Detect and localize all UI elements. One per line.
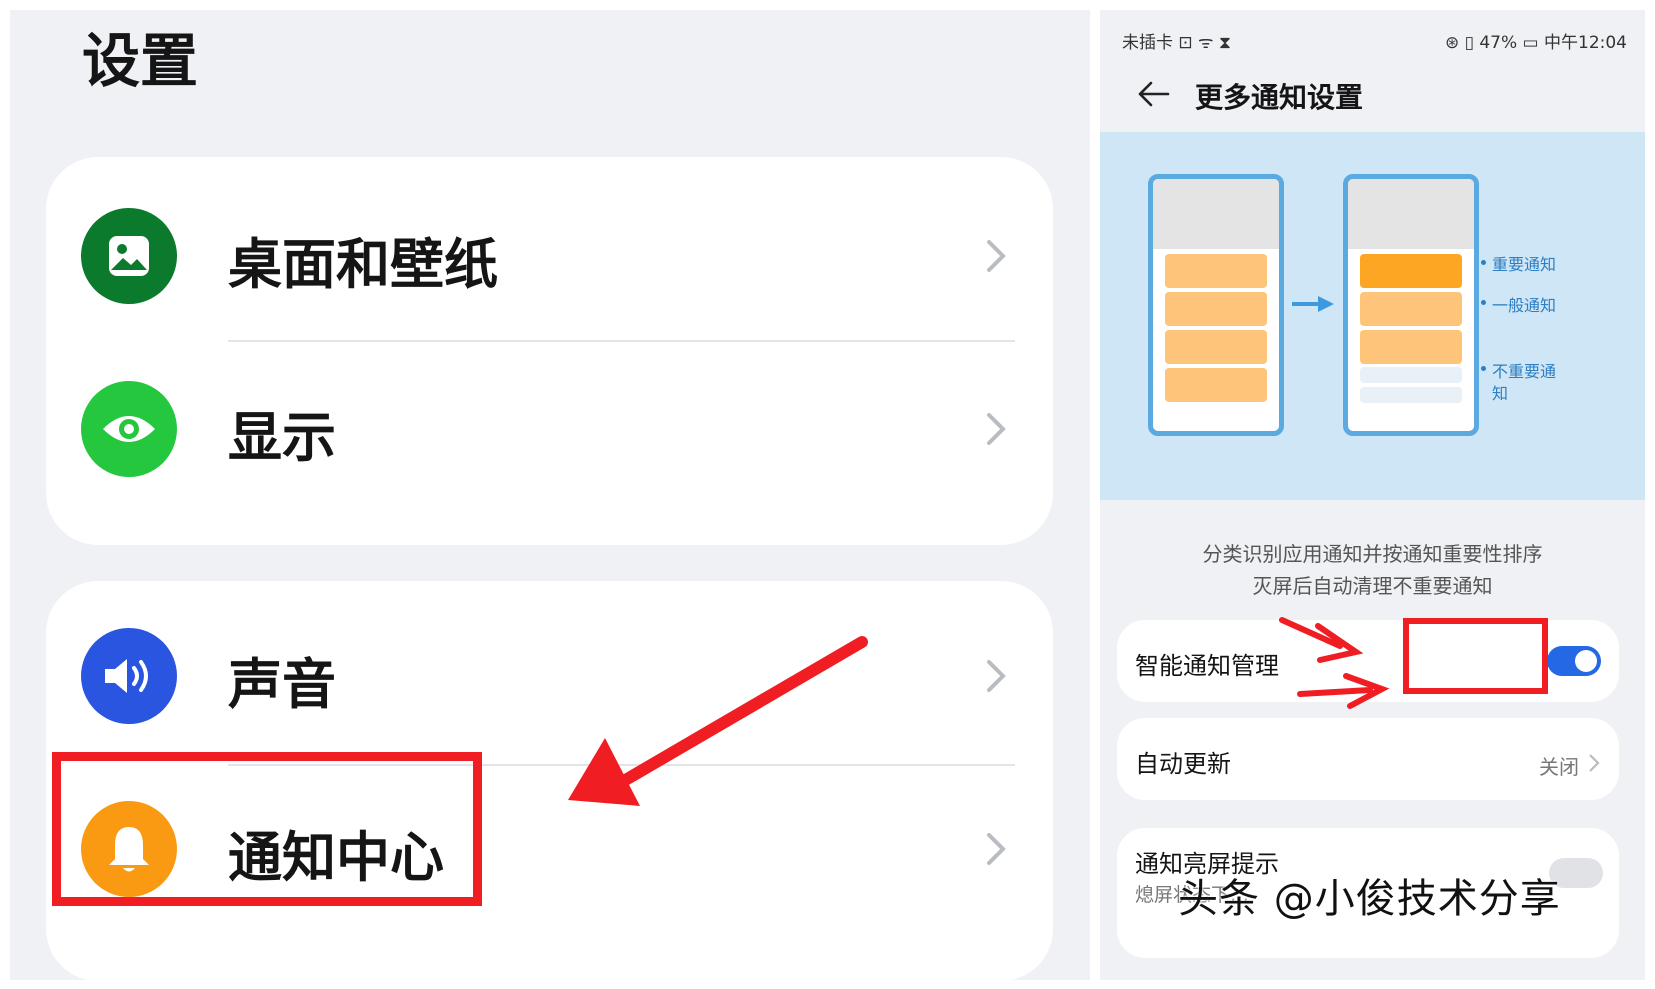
- auto-update-value: 关闭: [1539, 755, 1579, 779]
- annotation-box-notification-center: [52, 752, 482, 906]
- chevron-right-icon: [987, 240, 1006, 272]
- label-unimportant: 不重要通: [1492, 362, 1557, 381]
- label-unimportant-cont: 知: [1492, 384, 1509, 403]
- label-normal: 一般通知: [1492, 296, 1557, 315]
- label-important: 重要通知: [1492, 255, 1557, 274]
- speaker-icon: [81, 628, 177, 724]
- page-title: 更多通知设置: [1195, 81, 1364, 114]
- chevron-right-icon: [987, 833, 1006, 865]
- auto-update-row[interactable]: 自动更新 关闭: [1117, 718, 1619, 800]
- status-bar: 未插卡 ⊡ ᯤ ⧗ ⊛ ▯ 47% ▭ 中午12:04: [1100, 18, 1645, 60]
- row-label: 智能通知管理: [1135, 652, 1279, 680]
- smart-notification-toggle[interactable]: [1547, 646, 1601, 676]
- back-arrow-icon[interactable]: [1134, 74, 1174, 114]
- settings-item-display[interactable]: 显示: [46, 337, 1053, 519]
- notification-illustration: 重要通知 一般通知 不重要通 知: [1100, 132, 1645, 500]
- chevron-right-icon: [987, 660, 1006, 692]
- arrow-right-icon: [1292, 296, 1334, 312]
- status-right: ⊛ ▯ 47% ▭ 中午12:04: [1444, 33, 1627, 53]
- watermark: 头条 @小俊技术分享: [1178, 876, 1561, 922]
- eye-icon: [81, 381, 177, 477]
- settings-item-sound[interactable]: 声音: [46, 584, 1053, 766]
- settings-item-label: 桌面和壁纸: [228, 233, 498, 296]
- phone-after: [1343, 174, 1479, 436]
- settings-card-1: 桌面和壁纸 显示: [46, 157, 1053, 545]
- row-label: 自动更新: [1135, 750, 1231, 778]
- page-title: 设置: [82, 27, 199, 95]
- annotation-box-toggle: [1403, 618, 1548, 694]
- settings-item-wallpaper[interactable]: 桌面和壁纸: [46, 164, 1053, 346]
- wallpaper-icon: [81, 208, 177, 304]
- settings-item-label: 声音: [228, 653, 336, 716]
- phone-before: [1148, 174, 1284, 436]
- settings-item-label: 显示: [228, 406, 336, 469]
- chevron-right-icon: [1589, 754, 1600, 772]
- notification-settings-panel: 未插卡 ⊡ ᯤ ⧗ ⊛ ▯ 47% ▭ 中午12:04 更多通知设置 重要通知 …: [1100, 10, 1645, 980]
- chevron-right-icon: [987, 413, 1006, 445]
- status-left: 未插卡 ⊡ ᯤ ⧗: [1122, 33, 1231, 53]
- feature-description: 分类识别应用通知并按通知重要性排序 灭屏后自动清理不重要通知: [1202, 542, 1543, 598]
